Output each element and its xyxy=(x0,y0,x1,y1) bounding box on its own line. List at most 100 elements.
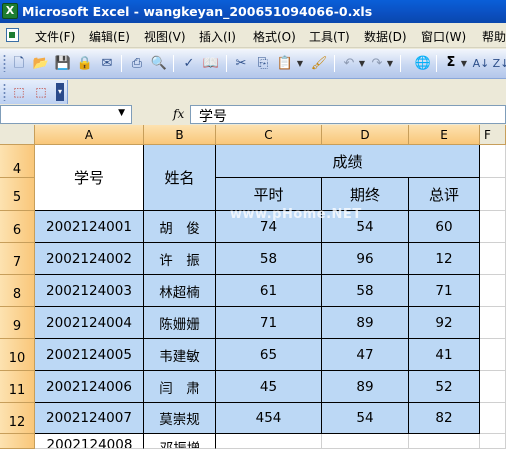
print-icon[interactable]: ⎙ xyxy=(128,55,146,73)
save-icon[interactable]: 💾 xyxy=(54,55,72,73)
menu-view[interactable]: 视图(V) xyxy=(144,28,186,45)
undo-dropdown-icon[interactable]: ▼ xyxy=(358,55,366,73)
student-id-cell[interactable]: 2002124005 xyxy=(35,339,144,371)
hyperlink-icon[interactable]: 🌐 xyxy=(414,55,432,73)
final-score-cell[interactable]: 89 xyxy=(322,371,409,403)
row-header-13[interactable] xyxy=(0,434,35,449)
research-icon[interactable]: 📖 xyxy=(202,55,220,73)
final-score-cell[interactable]: 89 xyxy=(322,307,409,339)
menu-file[interactable]: 文件(F) xyxy=(35,28,75,45)
cut-icon[interactable]: ✂ xyxy=(232,55,250,73)
empty-cell[interactable] xyxy=(480,243,506,275)
header-usual[interactable]: 平时 xyxy=(216,178,322,211)
column-header-d[interactable]: D xyxy=(322,125,409,145)
column-header-b[interactable]: B xyxy=(144,125,216,145)
print-preview-icon[interactable]: 🔍 xyxy=(150,55,168,73)
convert-to-pdf-icon[interactable]: ⬚ xyxy=(10,83,28,101)
column-header-a[interactable]: A xyxy=(35,125,144,145)
table-cell[interactable] xyxy=(409,434,480,449)
final-score-cell[interactable]: 54 xyxy=(322,403,409,434)
name-box[interactable]: ▼ xyxy=(0,105,132,124)
email-icon[interactable]: ✉ xyxy=(98,55,116,73)
usual-score-cell[interactable]: 61 xyxy=(216,275,322,307)
empty-cell[interactable] xyxy=(480,275,506,307)
row-header-9[interactable]: 9 xyxy=(0,307,35,339)
row-header-7[interactable]: 7 xyxy=(0,243,35,275)
student-id-cell[interactable]: 2002124002 xyxy=(35,243,144,275)
student-name-cell[interactable]: 胡 俊 xyxy=(144,211,216,243)
student-name-cell[interactable]: 林超楠 xyxy=(144,275,216,307)
empty-cell[interactable] xyxy=(480,434,506,449)
toolbar-options-icon[interactable]: ▾ xyxy=(56,83,64,101)
table-cell[interactable] xyxy=(216,434,322,449)
autosum-icon[interactable]: Σ xyxy=(442,54,460,72)
formula-input[interactable]: 学号 xyxy=(190,105,506,125)
empty-cell[interactable] xyxy=(480,403,506,434)
usual-score-cell[interactable]: 58 xyxy=(216,243,322,275)
empty-cell[interactable] xyxy=(480,339,506,371)
usual-score-cell[interactable]: 74 xyxy=(216,211,322,243)
header-student-id[interactable]: 学号 xyxy=(35,145,144,211)
usual-score-cell[interactable]: 65 xyxy=(216,339,322,371)
menu-format[interactable]: 格式(O) xyxy=(253,28,296,45)
column-header-f[interactable]: F xyxy=(480,125,506,145)
overall-score-cell[interactable]: 92 xyxy=(409,307,480,339)
student-name-cell[interactable]: 韦建敏 xyxy=(144,339,216,371)
row-header-5[interactable]: 5 xyxy=(0,178,35,211)
empty-cell[interactable] xyxy=(480,145,506,178)
usual-score-cell[interactable]: 454 xyxy=(216,403,322,434)
usual-score-cell[interactable]: 45 xyxy=(216,371,322,403)
final-score-cell[interactable]: 96 xyxy=(322,243,409,275)
student-name-cell[interactable]: 闫 肃 xyxy=(144,371,216,403)
overall-score-cell[interactable]: 71 xyxy=(409,275,480,307)
spreadsheet-grid[interactable]: A B C D E F 4 5 6 7 8 9 10 11 12 学号 姓名 成… xyxy=(0,125,506,449)
header-overall[interactable]: 总评 xyxy=(409,178,480,211)
pdf-email-icon[interactable]: ⬚ xyxy=(32,83,50,101)
workbook-icon[interactable] xyxy=(6,28,19,42)
select-all-corner[interactable] xyxy=(0,125,35,145)
overall-score-cell[interactable]: 12 xyxy=(409,243,480,275)
empty-cell[interactable] xyxy=(480,178,506,211)
spelling-icon[interactable]: ✓ xyxy=(180,55,198,73)
row-header-10[interactable]: 10 xyxy=(0,339,35,371)
student-id-cell[interactable]: 2002124007 xyxy=(35,403,144,434)
autosum-dropdown-icon[interactable]: ▼ xyxy=(460,55,468,73)
paste-icon[interactable]: 📋 xyxy=(276,55,294,73)
toolbar-grip[interactable] xyxy=(3,83,6,101)
copy-icon[interactable]: ⎘ xyxy=(254,55,272,73)
redo-icon[interactable]: ↷ xyxy=(368,55,386,73)
fx-icon[interactable]: fx xyxy=(173,107,184,121)
table-cell[interactable] xyxy=(322,434,409,449)
empty-cell[interactable] xyxy=(480,211,506,243)
name-box-dropdown-icon[interactable]: ▼ xyxy=(118,108,125,118)
student-name-cell[interactable]: 莫崇规 xyxy=(144,403,216,434)
header-final[interactable]: 期终 xyxy=(322,178,409,211)
row-header-6[interactable]: 6 xyxy=(0,211,35,243)
student-id-cell[interactable]: 2002124001 xyxy=(35,211,144,243)
open-icon[interactable]: 📂 xyxy=(32,55,50,73)
menu-help[interactable]: 帮助 xyxy=(482,28,506,45)
column-header-c[interactable]: C xyxy=(216,125,322,145)
row-header-12[interactable]: 12 xyxy=(0,403,35,434)
menu-data[interactable]: 数据(D) xyxy=(364,28,407,45)
overall-score-cell[interactable]: 52 xyxy=(409,371,480,403)
table-cell[interactable]: 邓振增 xyxy=(144,434,216,449)
sort-descending-icon[interactable]: Z↓ xyxy=(492,55,506,73)
student-id-cell[interactable]: 2002124004 xyxy=(35,307,144,339)
final-score-cell[interactable]: 47 xyxy=(322,339,409,371)
row-header-4[interactable]: 4 xyxy=(0,145,35,178)
header-name[interactable]: 姓名 xyxy=(144,145,216,211)
table-cell[interactable]: 2002124008 xyxy=(35,434,144,449)
row-header-8[interactable]: 8 xyxy=(0,275,35,307)
header-scores[interactable]: 成绩 xyxy=(216,145,480,178)
student-id-cell[interactable]: 2002124003 xyxy=(35,275,144,307)
undo-icon[interactable]: ↶ xyxy=(340,55,358,73)
sort-ascending-icon[interactable]: A↓ xyxy=(472,55,490,73)
student-name-cell[interactable]: 许 振 xyxy=(144,243,216,275)
student-name-cell[interactable]: 陈姗姗 xyxy=(144,307,216,339)
permission-icon[interactable]: 🔒 xyxy=(76,55,94,73)
redo-dropdown-icon[interactable]: ▼ xyxy=(386,55,394,73)
usual-score-cell[interactable]: 71 xyxy=(216,307,322,339)
menu-edit[interactable]: 编辑(E) xyxy=(89,28,130,45)
overall-score-cell[interactable]: 60 xyxy=(409,211,480,243)
